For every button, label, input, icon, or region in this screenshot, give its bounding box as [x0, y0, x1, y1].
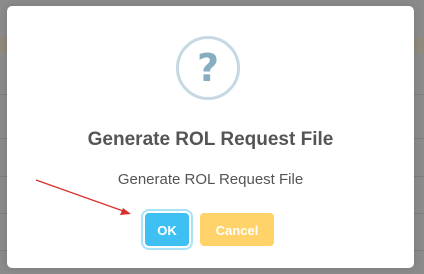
- ok-button[interactable]: OK: [145, 213, 189, 246]
- dialog-message: Generate ROL Request File: [117, 171, 304, 188]
- confirm-dialog: ? Generate ROL Request File Generate ROL…: [7, 6, 414, 268]
- question-mark-glyph: ?: [196, 46, 220, 90]
- cancel-button[interactable]: Cancel: [200, 213, 274, 246]
- dialog-title: Generate ROL Request File: [87, 129, 334, 150]
- question-icon: ?: [176, 36, 240, 100]
